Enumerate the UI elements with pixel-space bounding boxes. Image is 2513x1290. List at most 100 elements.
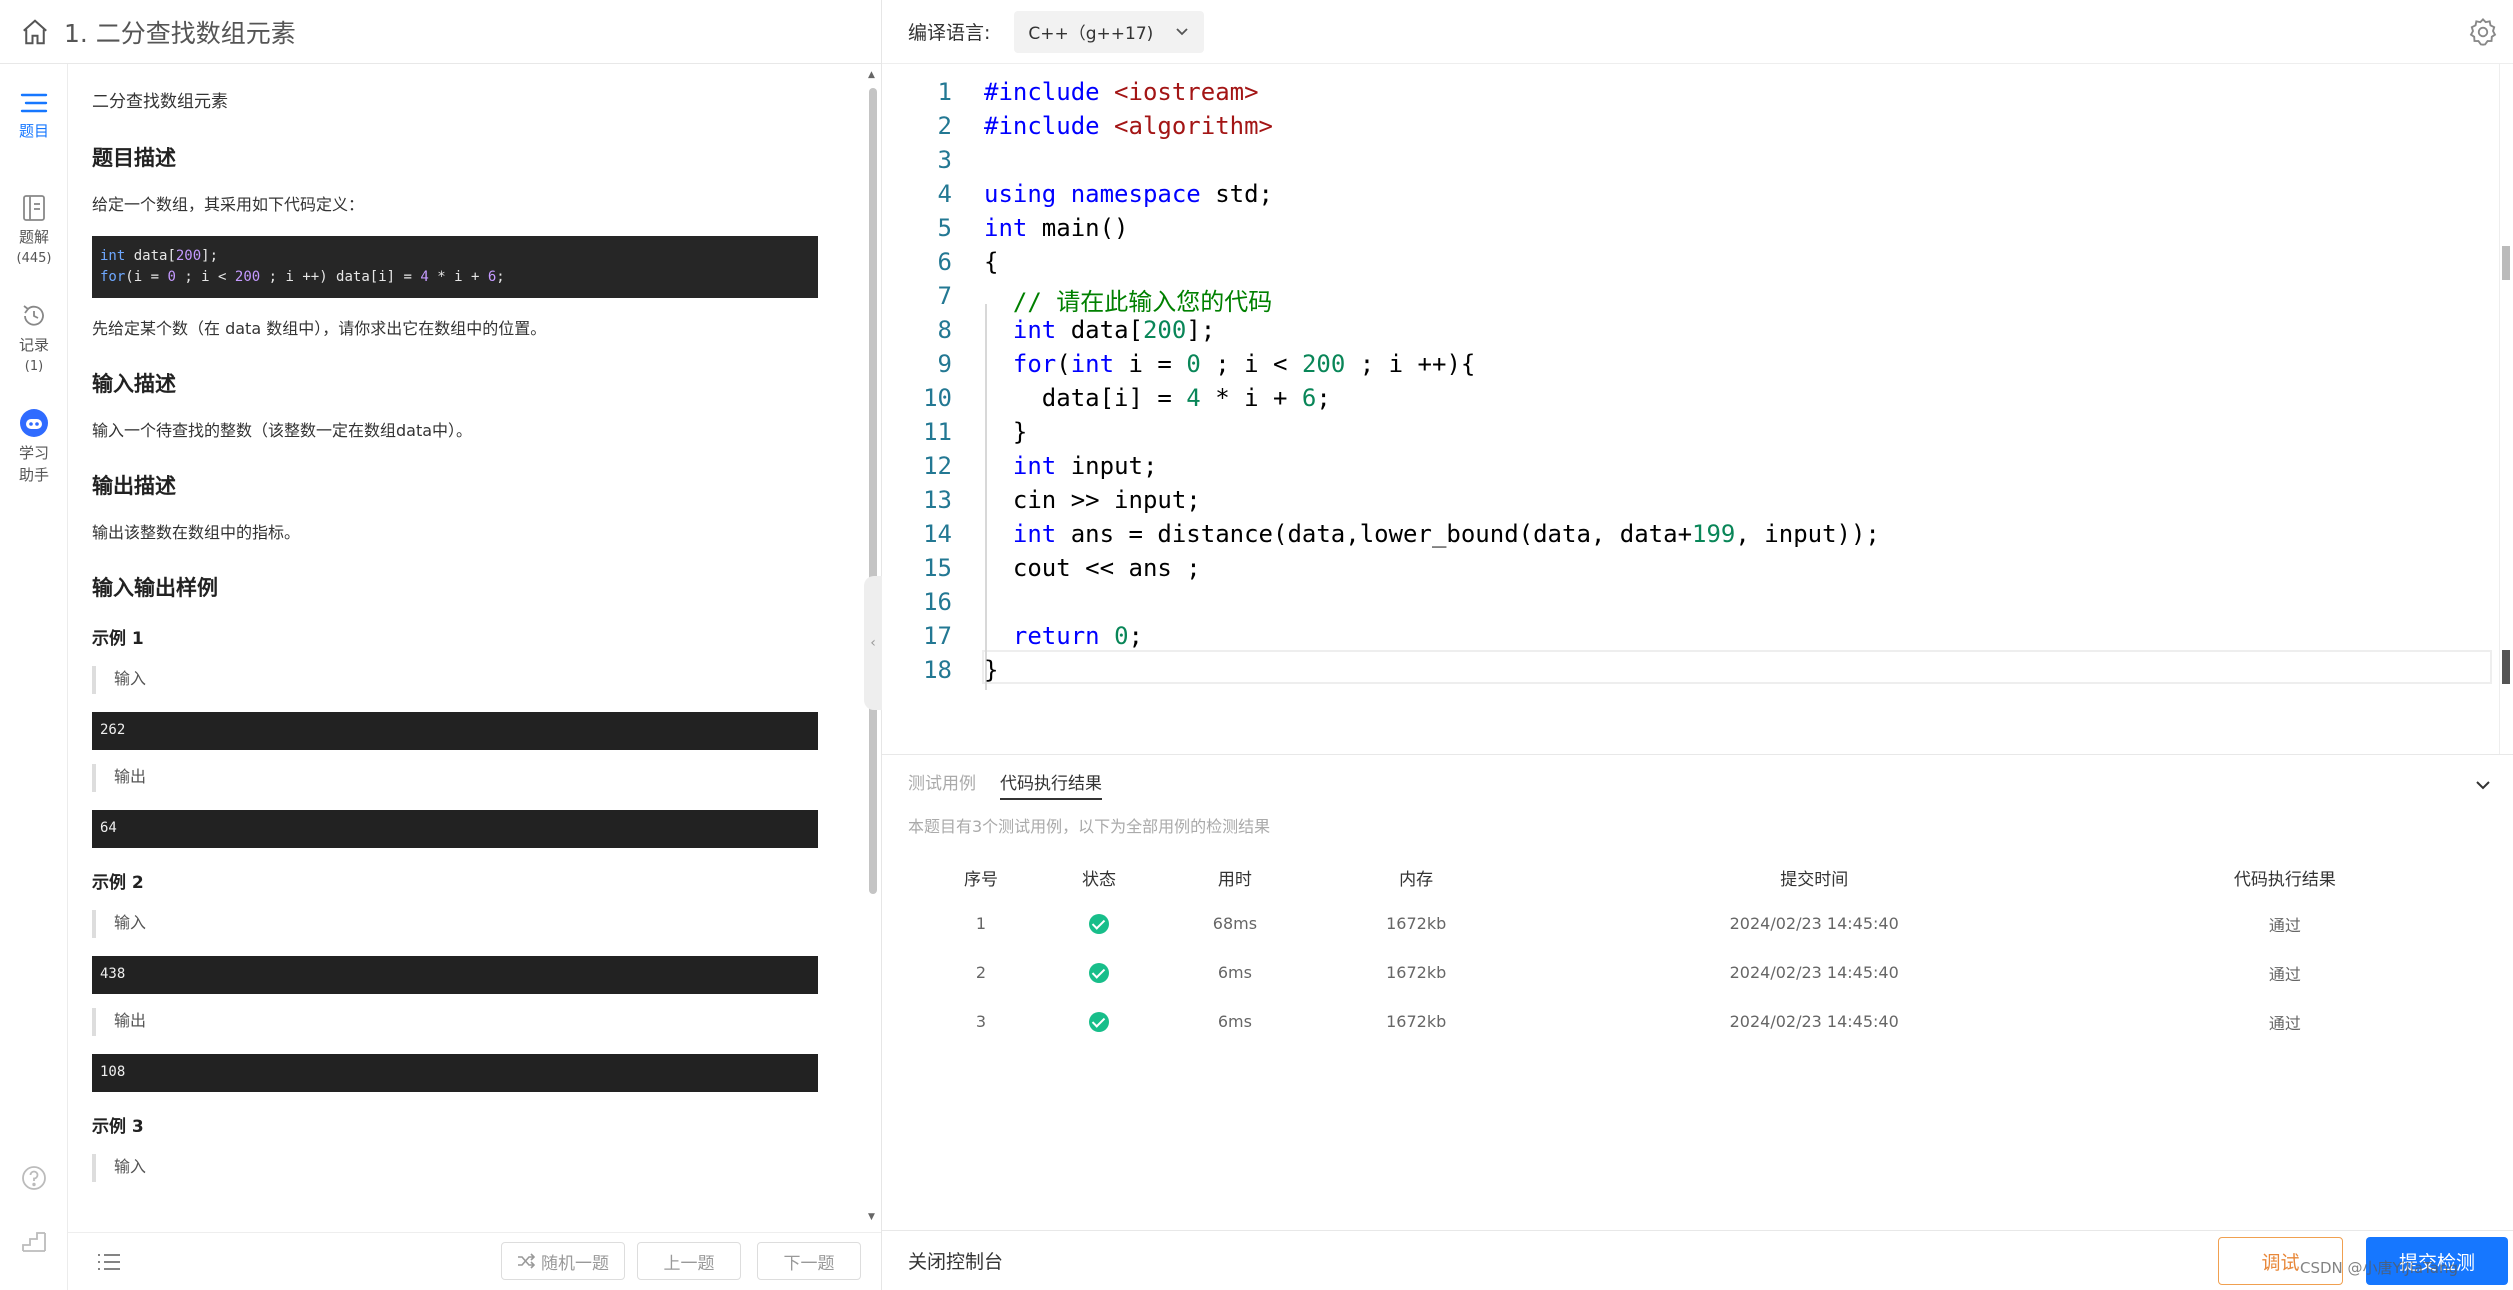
code-line: } bbox=[984, 656, 999, 684]
random-problem-button[interactable]: 随机一题 bbox=[501, 1242, 625, 1280]
home-icon[interactable] bbox=[20, 17, 50, 47]
paragraph: 先给定某个数（在 data 数组中），请你求出它在数组中的位置。 bbox=[92, 319, 547, 338]
language-select[interactable]: C++（g++17) bbox=[1014, 10, 1205, 53]
sample-output: 108 bbox=[92, 1054, 818, 1092]
paragraph: 输入一个待查找的整数（该整数一定在数组data中）。 bbox=[92, 421, 473, 440]
cell-result: 通过 bbox=[2268, 1013, 2301, 1033]
scroll-up-arrow[interactable]: ▲ bbox=[868, 70, 875, 80]
watermark: CSDN @小唐YiJiaTang bbox=[2300, 1259, 2459, 1277]
problem-footer: 随机一题 上一题 下一题 bbox=[68, 1232, 881, 1290]
problem-scrollbar-thumb[interactable] bbox=[869, 88, 877, 894]
code-line: cin >> input; bbox=[984, 486, 1201, 514]
paragraph: 输出该整数在数组中的指标。 bbox=[92, 523, 301, 542]
problem-header: 1. 二分查找数组元素 bbox=[0, 0, 881, 64]
random-problem-label: 随机一题 bbox=[541, 1253, 609, 1274]
line-number: 4 bbox=[937, 180, 952, 208]
cell-status bbox=[1040, 948, 1158, 997]
line-number: 16 bbox=[923, 588, 952, 616]
rail-item-records[interactable]: 记录 (1) bbox=[0, 302, 68, 378]
rail-label: 学习 助手 bbox=[18, 444, 49, 484]
language-value: C++（g++17) bbox=[1028, 24, 1154, 44]
section-heading: 输出描述 bbox=[92, 474, 176, 498]
cell-result: 通过 bbox=[2268, 915, 2301, 935]
rail-item-solutions[interactable]: 题解 (445) bbox=[0, 194, 68, 270]
line-number: 10 bbox=[923, 384, 952, 412]
next-problem-button[interactable]: 下一题 bbox=[757, 1242, 861, 1280]
cell-time: 6ms bbox=[1217, 963, 1252, 982]
code-line: for(i = 0 ; i < 200 ; i ++) data[i] = 4 … bbox=[100, 269, 505, 285]
rail-count: (445) bbox=[16, 251, 52, 266]
column-header: 代码执行结果 bbox=[2233, 869, 2336, 890]
scroll-down-arrow[interactable]: ▼ bbox=[868, 1212, 875, 1222]
column-header: 用时 bbox=[1217, 869, 1252, 890]
line-number: 6 bbox=[937, 248, 952, 276]
line-number: 13 bbox=[923, 486, 952, 514]
cell-memory: 1672kb bbox=[1386, 963, 1447, 982]
line-number: 15 bbox=[923, 554, 952, 582]
sample-input-label: 输入 bbox=[92, 1154, 818, 1182]
problem-name: 二分查找数组元素 bbox=[92, 92, 228, 112]
robot-assistant-icon bbox=[20, 409, 48, 437]
language-label: 编译语言: bbox=[908, 22, 991, 44]
prev-problem-label: 上一题 bbox=[663, 1253, 715, 1274]
cell-submitted: 2024/02/23 14:45:40 bbox=[1729, 1012, 1899, 1031]
code-line: data[i] = 4 * i + 6; bbox=[984, 384, 1331, 412]
chevron-down-icon[interactable] bbox=[2473, 775, 2493, 795]
debug-label: 调试 bbox=[2261, 1251, 2300, 1274]
code-line: using namespace std; bbox=[984, 180, 1273, 208]
chevron-down-icon bbox=[1176, 27, 1189, 35]
section-heading: 题目描述 bbox=[92, 146, 176, 170]
prev-problem-button[interactable]: 上一题 bbox=[637, 1242, 741, 1280]
column-header: 序号 bbox=[964, 869, 999, 890]
cell-time: 6ms bbox=[1217, 1012, 1252, 1031]
line-number: 2 bbox=[937, 112, 952, 140]
code-editor[interactable]: 1 2 3 4 5 6 7 8 9 10 11 12 13 14 15 16 17 18 #include <io… bbox=[882, 64, 2513, 754]
console-panel: 测试用例 代码执行结果 本题目有3个测试用例，以下为全部用例的检测结果 序号 状… bbox=[882, 754, 2513, 1230]
stairs-icon[interactable] bbox=[0, 1228, 68, 1254]
problem-list-icon[interactable] bbox=[96, 1251, 122, 1273]
sample-output-label: 输出 bbox=[92, 764, 818, 792]
section-heading: 输入输出样例 bbox=[92, 576, 218, 600]
help-icon[interactable] bbox=[0, 1164, 68, 1192]
code-line: cout << ans ; bbox=[984, 554, 1201, 582]
check-circle-icon bbox=[1089, 962, 1110, 983]
code-line: { bbox=[984, 248, 999, 276]
code-snippet: int data[200]; for(i = 0 ; i < 200 ; i +… bbox=[92, 236, 818, 298]
code-line: #include <iostream> bbox=[984, 78, 1259, 106]
code-line: for(int i = 0 ; i < 200 ; i ++){ bbox=[1012, 350, 1476, 378]
sample-title: 示例 2 bbox=[92, 873, 144, 893]
line-number: 5 bbox=[937, 214, 952, 242]
cell-status bbox=[1040, 899, 1158, 948]
side-rail: 题目 题解 (445) 记录 (1) 学习 助手 bbox=[0, 64, 68, 1290]
code-line: int main() bbox=[984, 214, 1129, 242]
sample-title: 示例 1 bbox=[92, 629, 144, 649]
line-number: 9 bbox=[937, 350, 952, 378]
editor-scrollbar-thumb[interactable] bbox=[2502, 246, 2510, 280]
cell-submitted: 2024/02/23 14:45:40 bbox=[1729, 914, 1899, 933]
rail-label: 题解 bbox=[18, 228, 49, 246]
rail-label: 记录 bbox=[18, 336, 49, 354]
gear-icon[interactable] bbox=[2467, 16, 2499, 48]
tab-execution-result[interactable]: 代码执行结果 bbox=[1000, 769, 1102, 800]
console-tabs: 测试用例 代码执行结果 bbox=[908, 769, 1102, 800]
code-line: // 请在此输入您的代码 bbox=[1012, 288, 1273, 316]
close-console-button[interactable]: 关闭控制台 bbox=[908, 1247, 1003, 1274]
cell-index: 3 bbox=[975, 1012, 987, 1031]
table-row: 2 6ms 1672kb 2024/02/23 14:45:40 通过 bbox=[922, 948, 2462, 997]
console-note: 本题目有3个测试用例，以下为全部用例的检测结果 bbox=[908, 817, 1271, 836]
table-row: 3 6ms 1672kb 2024/02/23 14:45:40 通过 bbox=[922, 997, 2462, 1046]
collapse-panel-handle[interactable]: ‹ bbox=[864, 576, 882, 710]
rail-item-assistant[interactable]: 学习 助手 bbox=[0, 408, 68, 486]
console-footer: 关闭控制台 调试 提交检测 bbox=[882, 1230, 2513, 1290]
sample-input-label: 输入 bbox=[92, 666, 818, 694]
rail-item-problem[interactable]: 题目 bbox=[0, 90, 68, 142]
rail-label: 题目 bbox=[18, 122, 49, 140]
cell-memory: 1672kb bbox=[1386, 1012, 1447, 1031]
book-icon bbox=[23, 195, 45, 221]
code-line: int input; bbox=[1012, 452, 1158, 480]
code-line: int ans = distance(data,lower_bound(data… bbox=[1012, 520, 1880, 548]
code-line: } bbox=[984, 418, 1028, 446]
cell-result: 通过 bbox=[2268, 964, 2301, 984]
tab-test-cases[interactable]: 测试用例 bbox=[908, 769, 976, 800]
